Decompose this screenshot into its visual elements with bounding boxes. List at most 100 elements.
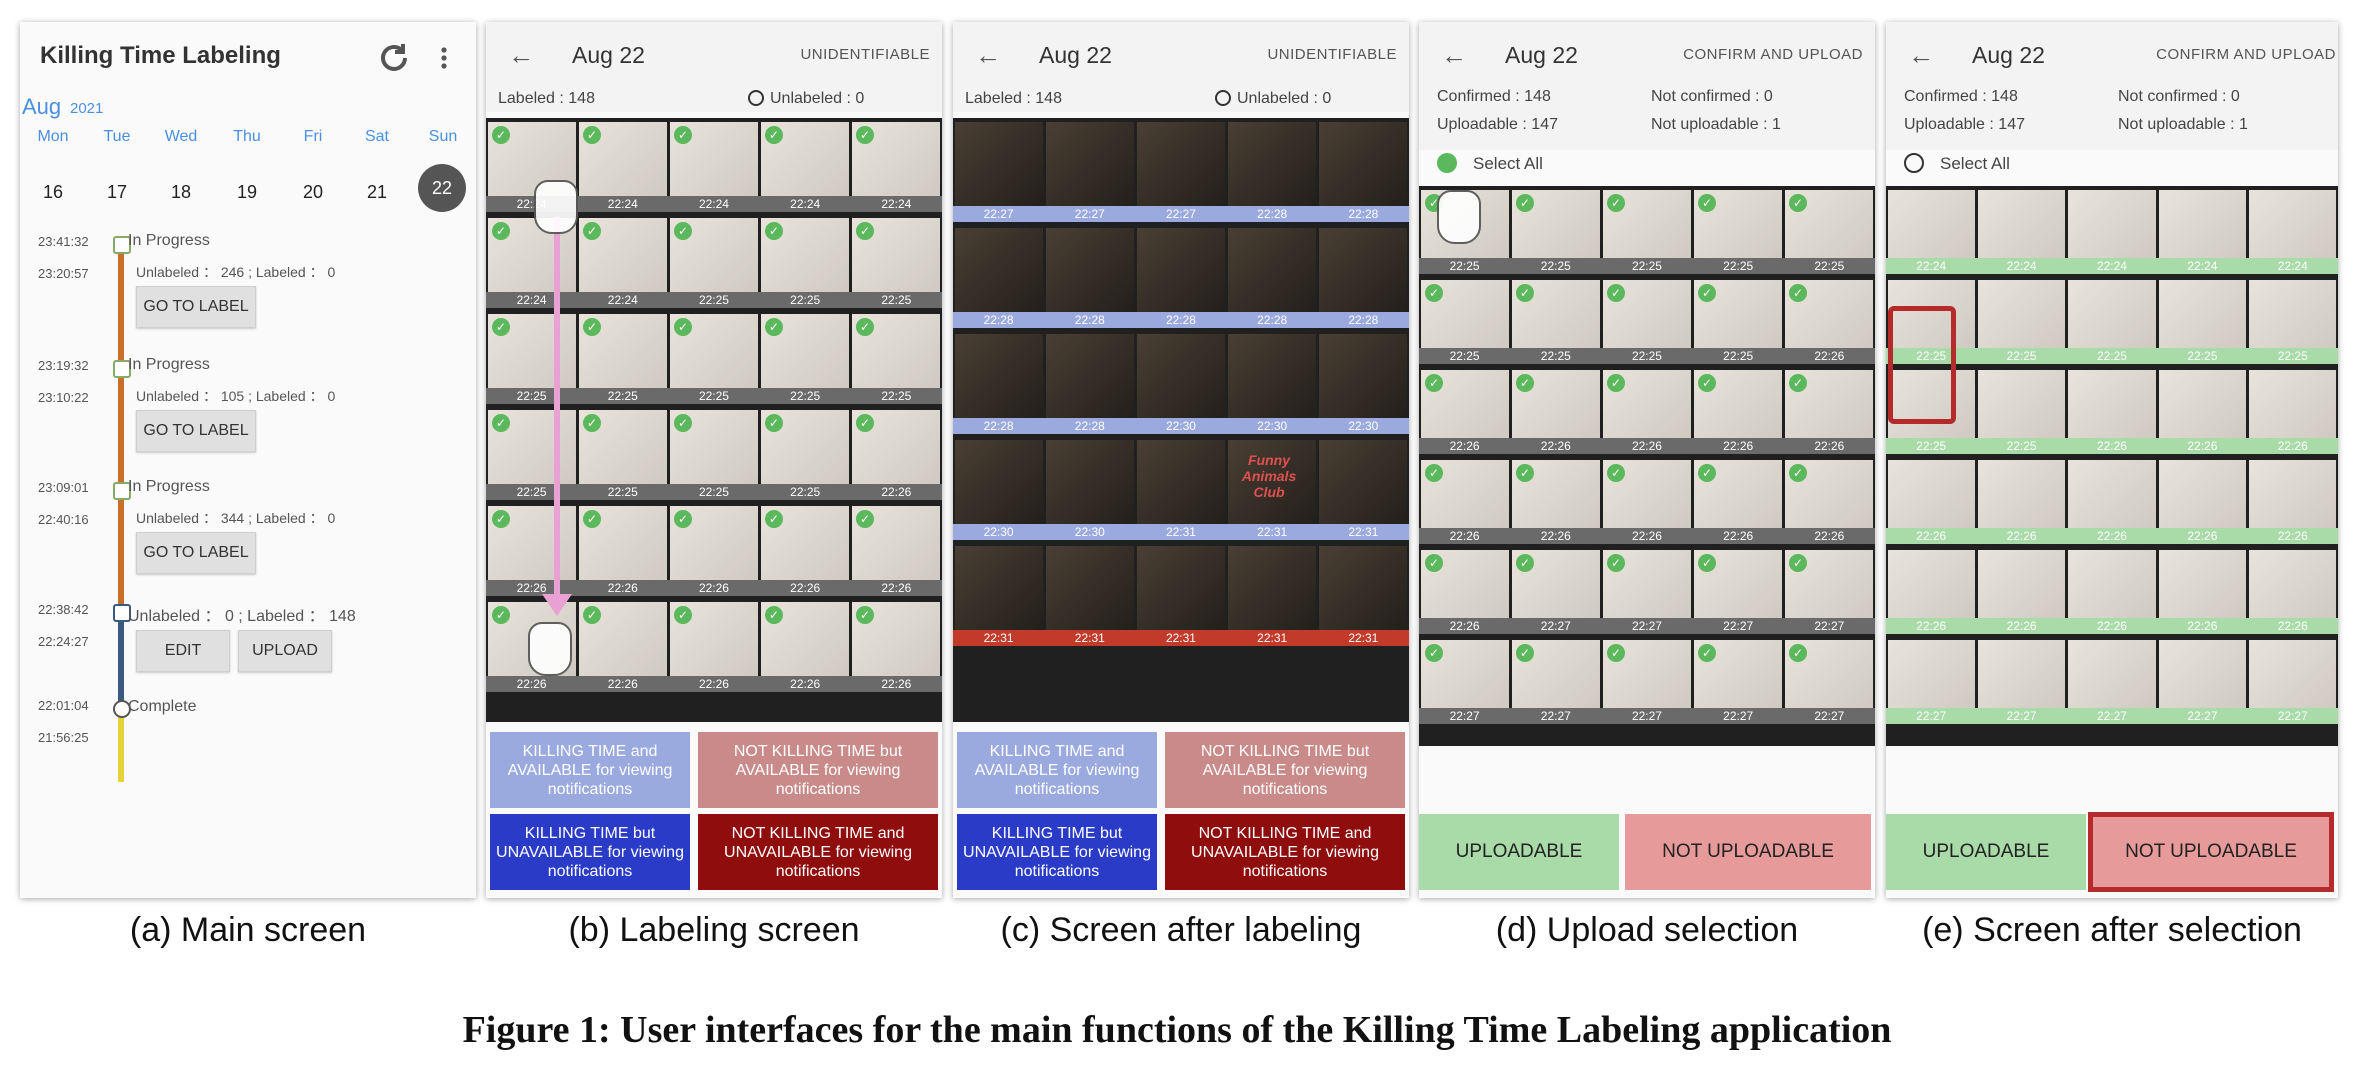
screenshot-thumbnail[interactable] (1319, 228, 1407, 312)
screenshot-thumbnail[interactable] (1046, 334, 1134, 418)
screenshot-thumbnail[interactable] (2068, 640, 2156, 708)
screenshot-thumbnail[interactable] (1978, 190, 2066, 258)
screenshot-thumbnail[interactable] (2158, 550, 2246, 618)
screenshot-thumbnail[interactable]: ✓ (852, 602, 940, 676)
go-to-label-button[interactable]: GO TO LABEL (136, 410, 256, 452)
screenshot-thumbnail[interactable]: ✓ (1512, 370, 1600, 438)
screenshot-thumbnail[interactable] (2248, 550, 2337, 618)
screenshot-thumbnail[interactable] (2248, 280, 2337, 348)
day-21[interactable]: 21 (352, 182, 402, 203)
screenshot-thumbnail[interactable]: ✓ (1421, 460, 1509, 528)
screenshot-thumbnail[interactable] (2158, 640, 2246, 708)
screenshot-thumbnail[interactable] (2068, 190, 2156, 258)
screenshot-thumbnail[interactable] (1978, 370, 2066, 438)
screenshot-thumbnail[interactable] (2158, 280, 2246, 348)
uploadable-button[interactable]: UPLOADABLE (1419, 814, 1619, 890)
screenshot-thumbnail[interactable] (1137, 440, 1225, 524)
screenshot-thumbnail[interactable]: ✓ (1421, 640, 1509, 708)
screenshot-thumbnail[interactable]: ✓ (1694, 550, 1782, 618)
screenshot-thumbnail[interactable]: ✓ (1603, 640, 1691, 708)
killing-time-unavailable-button[interactable]: KILLING TIME but UNAVAILABLE for viewing… (490, 814, 690, 890)
screenshot-thumbnail[interactable] (2158, 370, 2246, 438)
screenshot-thumbnail[interactable] (1137, 228, 1225, 312)
screenshot-thumbnail[interactable]: ✓ (1785, 460, 1873, 528)
screenshot-thumbnail[interactable]: ✓ (579, 602, 667, 676)
screenshot-thumbnail[interactable]: ✓ (1512, 280, 1600, 348)
screenshot-thumbnail[interactable]: ✓ (579, 314, 667, 388)
edit-button[interactable]: EDIT (136, 630, 230, 672)
back-arrow-icon[interactable]: ← (975, 40, 1001, 71)
screenshot-thumbnail[interactable]: ✓ (1512, 190, 1600, 258)
screenshot-grid[interactable]: 22:24 22:24 22:24 22:24 22:24 22:25 22:25 22:25… (1886, 186, 2338, 746)
day-16[interactable]: 16 (28, 182, 78, 203)
screenshot-thumbnail[interactable]: ✓ (761, 506, 849, 580)
screenshot-thumbnail[interactable]: ✓ (670, 602, 758, 676)
screenshot-thumbnail[interactable] (955, 122, 1043, 206)
screenshot-thumbnail[interactable]: ✓ (579, 122, 667, 196)
screenshot-thumbnail[interactable]: ✓ (1421, 370, 1509, 438)
not-killing-time-unavailable-button[interactable]: NOT KILLING TIME and UNAVAILABLE for vie… (1165, 814, 1405, 890)
screenshot-thumbnail[interactable]: ✓ (579, 410, 667, 484)
screenshot-thumbnail[interactable] (1319, 122, 1407, 206)
screenshot-thumbnail[interactable] (1888, 550, 1976, 618)
screenshot-thumbnail[interactable] (1228, 228, 1316, 312)
screenshot-thumbnail[interactable]: ✓ (1603, 460, 1691, 528)
screenshot-thumbnail[interactable]: ✓ (1694, 190, 1782, 258)
screenshot-thumbnail[interactable]: ✓ (852, 506, 940, 580)
screenshot-thumbnail[interactable]: ✓ (1603, 190, 1691, 258)
go-to-label-button[interactable]: GO TO LABEL (136, 286, 256, 328)
screenshot-thumbnail[interactable] (1228, 546, 1316, 630)
screenshot-thumbnail[interactable] (1319, 334, 1407, 418)
screenshot-thumbnail[interactable] (955, 440, 1043, 524)
screenshot-thumbnail[interactable] (1978, 550, 2066, 618)
back-arrow-icon[interactable]: ← (1441, 40, 1467, 71)
screenshot-thumbnail[interactable]: ✓ (1785, 550, 1873, 618)
screenshot-thumbnail[interactable]: ✓ (579, 506, 667, 580)
screenshot-thumbnail[interactable] (2068, 460, 2156, 528)
day-18[interactable]: 18 (156, 182, 206, 203)
screenshot-thumbnail[interactable] (1228, 334, 1316, 418)
day-17[interactable]: 17 (92, 182, 142, 203)
screenshot-thumbnail[interactable]: ✓ (1785, 370, 1873, 438)
refresh-icon[interactable] (374, 38, 414, 78)
screenshot-thumbnail[interactable] (1888, 190, 1976, 258)
screenshot-thumbnail[interactable] (2248, 640, 2337, 708)
screenshot-thumbnail[interactable]: ✓ (1603, 370, 1691, 438)
day-20[interactable]: 20 (288, 182, 338, 203)
screenshot-thumbnail[interactable] (1319, 440, 1407, 524)
screenshot-thumbnail[interactable] (1319, 546, 1407, 630)
screenshot-thumbnail[interactable]: ✓ (761, 602, 849, 676)
killing-time-unavailable-button[interactable]: KILLING TIME but UNAVAILABLE for viewing… (957, 814, 1157, 890)
screenshot-thumbnail[interactable]: ✓ (1785, 640, 1873, 708)
screenshot-thumbnail[interactable] (2068, 550, 2156, 618)
screenshot-thumbnail[interactable] (2158, 460, 2246, 528)
not-killing-time-available-button[interactable]: NOT KILLING TIME but AVAILABLE for viewi… (698, 732, 938, 808)
screenshot-thumbnail[interactable]: ✓ (761, 218, 849, 292)
screenshot-thumbnail[interactable]: ✓ (761, 314, 849, 388)
screenshot-thumbnail[interactable] (1137, 334, 1225, 418)
screenshot-thumbnail[interactable]: ✓ (670, 410, 758, 484)
screenshot-thumbnail[interactable]: ✓ (488, 410, 576, 484)
screenshot-grid[interactable]: 22:27 22:27 22:27 22:28 22:28 22:28 22:28 22:28… (953, 118, 1409, 722)
not-killing-time-available-button[interactable]: NOT KILLING TIME but AVAILABLE for viewi… (1165, 732, 1405, 808)
unidentifiable-button[interactable]: UNIDENTIFIABLE (1267, 46, 1397, 63)
screenshot-thumbnail[interactable]: ✓ (670, 314, 758, 388)
screenshot-thumbnail[interactable]: ✓ (579, 218, 667, 292)
back-arrow-icon[interactable]: ← (508, 40, 534, 71)
killing-time-available-button[interactable]: KILLING TIME and AVAILABLE for viewing n… (490, 732, 690, 808)
screenshot-thumbnail[interactable] (2068, 280, 2156, 348)
screenshot-thumbnail[interactable]: ✓ (670, 218, 758, 292)
screenshot-thumbnail[interactable]: ✓ (852, 218, 940, 292)
screenshot-thumbnail[interactable] (1137, 122, 1225, 206)
screenshot-thumbnail[interactable]: ✓ (1603, 550, 1691, 618)
screenshot-thumbnail[interactable]: ✓ (1421, 280, 1509, 348)
screenshot-thumbnail[interactable] (1046, 546, 1134, 630)
screenshot-thumbnail[interactable]: ✓ (761, 410, 849, 484)
not-uploadable-button[interactable]: NOT UPLOADABLE (1625, 814, 1871, 890)
screenshot-thumbnail[interactable]: ✓ (1512, 460, 1600, 528)
screenshot-thumbnail[interactable] (955, 546, 1043, 630)
screenshot-grid[interactable]: ✓ ✓ ✓ ✓ ✓ 22:25 22:25 22:25 22:25 22:25 ✓ ✓ ✓ ✓ ✓ 22:25… (1419, 186, 1875, 746)
more-vert-icon[interactable] (424, 38, 464, 78)
screenshot-thumbnail[interactable] (1046, 122, 1134, 206)
screenshot-thumbnail[interactable] (1978, 280, 2066, 348)
